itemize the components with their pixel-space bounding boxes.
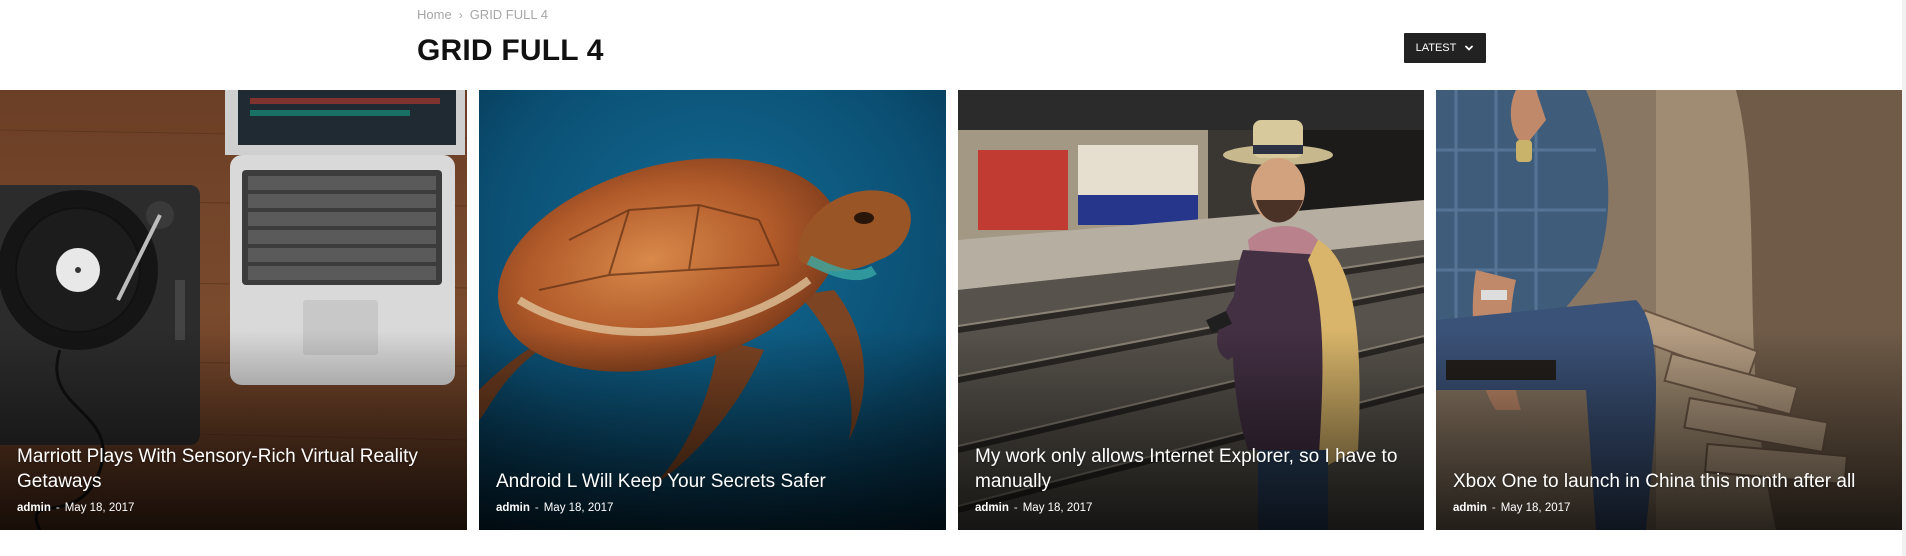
post-meta: My work only allows Internet Explorer, s… bbox=[975, 444, 1407, 514]
post-date: May 18, 2017 bbox=[543, 502, 614, 514]
sort-dropdown[interactable]: LATEST bbox=[1404, 33, 1486, 63]
byline-separator: - bbox=[1491, 502, 1496, 514]
post-author[interactable]: admin bbox=[496, 502, 530, 514]
post-card[interactable]: Xbox One to launch in China this month a… bbox=[1436, 90, 1906, 530]
post-meta: Xbox One to launch in China this month a… bbox=[1453, 469, 1889, 514]
post-card[interactable]: Android L Will Keep Your Secrets Safer a… bbox=[479, 90, 946, 530]
scrollbar[interactable] bbox=[1902, 0, 1906, 556]
post-byline: admin - May 18, 2017 bbox=[496, 502, 929, 514]
breadcrumb-separator: › bbox=[458, 7, 463, 22]
post-date: May 18, 2017 bbox=[64, 502, 135, 514]
post-card[interactable]: My work only allows Internet Explorer, s… bbox=[958, 90, 1424, 530]
post-meta: Marriott Plays With Sensory-Rich Virtual… bbox=[17, 444, 450, 514]
byline-separator: - bbox=[55, 502, 60, 514]
post-title[interactable]: Marriott Plays With Sensory-Rich Virtual… bbox=[17, 444, 450, 494]
breadcrumb-current: GRID FULL 4 bbox=[469, 7, 548, 22]
breadcrumb-home-link[interactable]: Home bbox=[417, 7, 452, 22]
post-byline: admin - May 18, 2017 bbox=[17, 502, 450, 514]
post-author[interactable]: admin bbox=[975, 502, 1009, 514]
page-title: GRID FULL 4 bbox=[417, 34, 604, 67]
posts-grid: Marriott Plays With Sensory-Rich Virtual… bbox=[0, 90, 1906, 530]
post-title[interactable]: Android L Will Keep Your Secrets Safer bbox=[496, 469, 929, 494]
byline-separator: - bbox=[534, 502, 539, 514]
post-author[interactable]: admin bbox=[17, 502, 51, 514]
post-byline: admin - May 18, 2017 bbox=[975, 502, 1407, 514]
post-date: May 18, 2017 bbox=[1500, 502, 1571, 514]
post-title[interactable]: My work only allows Internet Explorer, s… bbox=[975, 444, 1407, 494]
byline-separator: - bbox=[1013, 502, 1018, 514]
post-meta: Android L Will Keep Your Secrets Safer a… bbox=[496, 469, 929, 514]
post-title[interactable]: Xbox One to launch in China this month a… bbox=[1453, 469, 1889, 494]
post-author[interactable]: admin bbox=[1453, 502, 1487, 514]
breadcrumb: Home › GRID FULL 4 bbox=[417, 7, 548, 22]
sort-dropdown-label: LATEST bbox=[1415, 42, 1457, 54]
post-date: May 18, 2017 bbox=[1022, 502, 1093, 514]
post-card[interactable]: Marriott Plays With Sensory-Rich Virtual… bbox=[0, 90, 467, 530]
page: Home › GRID FULL 4 GRID FULL 4 LATEST Ma… bbox=[0, 0, 1906, 556]
chevron-down-icon bbox=[1464, 43, 1474, 53]
post-byline: admin - May 18, 2017 bbox=[1453, 502, 1889, 514]
